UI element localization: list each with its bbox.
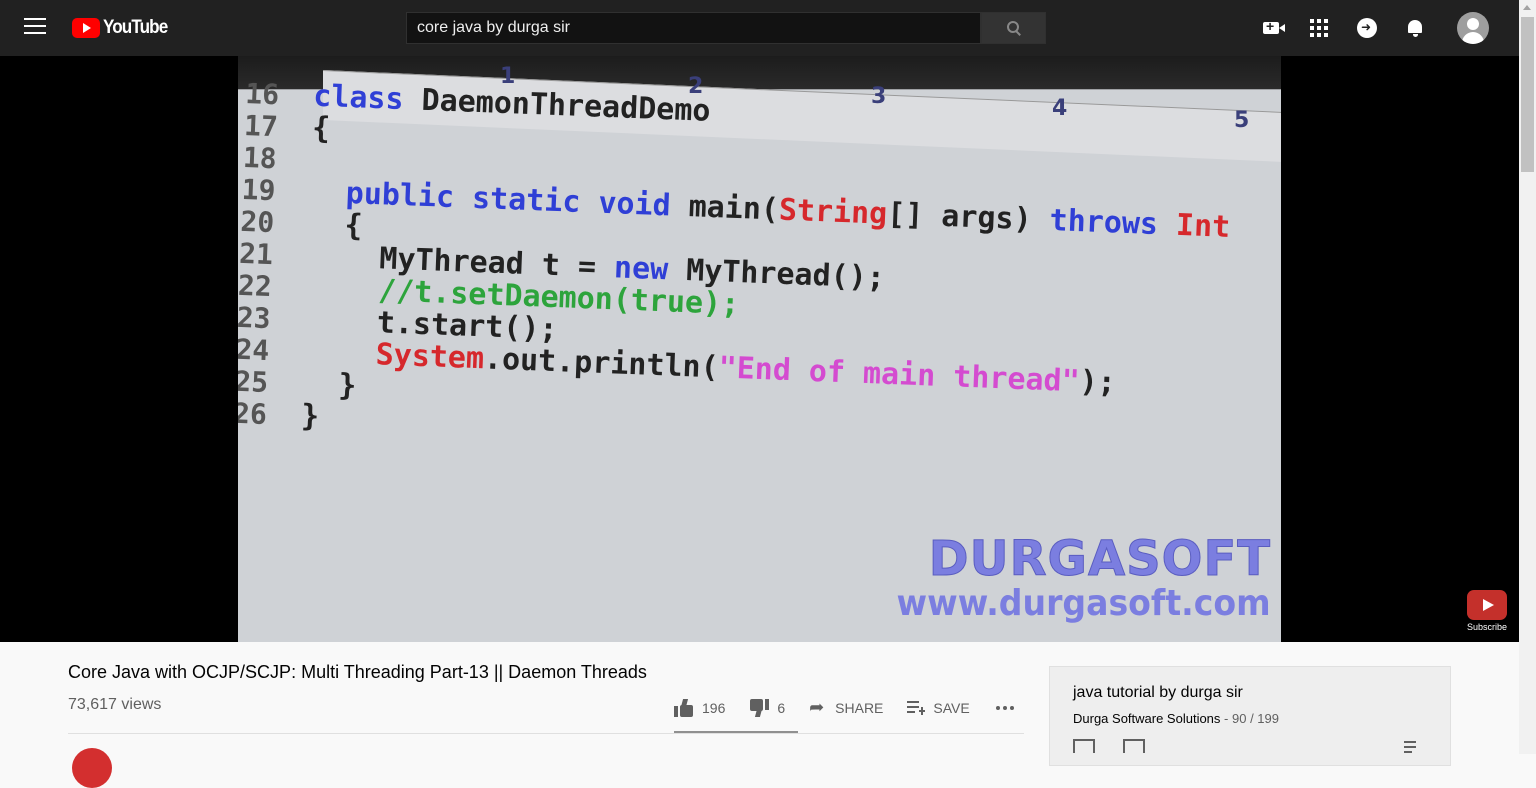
channel-avatar[interactable] [72, 748, 112, 788]
line-number: 26 [238, 396, 268, 432]
watermark-url: www.durgasoft.com [896, 583, 1271, 624]
like-count: 196 [702, 700, 726, 716]
thumbs-up-icon [674, 699, 694, 717]
subscribe-watermark-button[interactable]: Subscribe [1467, 590, 1507, 632]
dislike-button[interactable]: 6 [749, 699, 785, 717]
share-arrow-icon [809, 697, 827, 718]
code-token: String [778, 192, 888, 232]
line-number: 21 [238, 236, 274, 272]
video-title: Core Java with OCJP/SCJP: Multi Threadin… [68, 662, 647, 682]
playlist-meta: Durga Software Solutions - 90 / 199 [1073, 711, 1279, 726]
play-logo-icon [72, 18, 100, 38]
playlist-title[interactable]: java tutorial by durga sir [1073, 684, 1243, 702]
line-number: 20 [239, 204, 275, 240]
dislike-count: 6 [777, 700, 786, 716]
save-button[interactable]: SAVE [907, 700, 970, 716]
line-number: 24 [238, 332, 270, 368]
video-actions: 196 6 SHARE SAVE [674, 690, 1038, 726]
video-player[interactable]: 1 2 3 4 5 16 class DaemonThreadDemo 17{18 1… [0, 56, 1519, 642]
code-listing: 16 class DaemonThreadDemo 17{18 19 public s… [238, 77, 1281, 472]
scroll-thumb[interactable] [1521, 17, 1534, 172]
thumbs-down-icon [749, 699, 769, 717]
playlist-position: 90 / 199 [1232, 711, 1279, 726]
account-avatar[interactable] [1457, 12, 1489, 44]
share-button[interactable]: SHARE [809, 697, 884, 718]
youtube-logo[interactable]: YouTube [72, 17, 174, 39]
watermark: DURGASOFT www.durgasoft.com [864, 534, 1271, 624]
scroll-up-arrow-icon[interactable] [1523, 5, 1531, 10]
share-label: SHARE [835, 700, 884, 716]
more-dots-icon [995, 706, 1014, 710]
menu-icon[interactable] [24, 18, 46, 38]
line-number: 17 [243, 108, 279, 144]
code-token: } [300, 398, 320, 435]
shuffle-icon[interactable] [1123, 739, 1145, 753]
playlist-add-icon[interactable] [1404, 741, 1424, 753]
divider [68, 733, 1024, 734]
code-token: { [311, 110, 331, 147]
logo-text: YouTube [103, 17, 168, 38]
line-number: 23 [238, 300, 272, 336]
code-token: Int [1175, 207, 1231, 245]
more-actions-button[interactable] [994, 706, 1014, 710]
messages-icon[interactable] [1355, 16, 1379, 40]
view-count: 73,617 views [68, 696, 162, 713]
line-number: 19 [241, 172, 277, 208]
save-label: SAVE [933, 700, 970, 716]
code-token: ); [1078, 364, 1117, 401]
line-number: 16 [244, 77, 280, 112]
search-icon [1006, 21, 1021, 35]
page-scrollbar[interactable] [1519, 0, 1536, 754]
playlist-panel: java tutorial by durga sir Durga Softwar… [1049, 666, 1451, 766]
create-video-icon[interactable] [1259, 16, 1285, 40]
masthead: YouTube core java by durga sir [0, 0, 1519, 56]
notifications-icon[interactable] [1403, 16, 1427, 40]
youtube-play-icon [1467, 590, 1507, 620]
subscribe-label: Subscribe [1467, 622, 1508, 632]
playlist-controls [1073, 739, 1145, 753]
watermark-brand: DURGASOFT [928, 531, 1271, 587]
search-button[interactable] [981, 12, 1046, 44]
line-number: 25 [238, 364, 269, 400]
sentiment-bar [674, 731, 798, 733]
loop-icon[interactable] [1073, 739, 1095, 753]
line-number: 18 [242, 140, 278, 176]
like-button[interactable]: 196 [674, 699, 725, 717]
video-frame[interactable]: 1 2 3 4 5 16 class DaemonThreadDemo 17{18 1… [238, 56, 1281, 642]
code-token: main( [688, 189, 780, 228]
search-input[interactable]: core java by durga sir [406, 12, 981, 44]
apps-icon[interactable] [1307, 16, 1331, 40]
playlist-add-icon [907, 701, 926, 715]
line-number: 22 [238, 268, 273, 304]
playlist-channel[interactable]: Durga Software Solutions [1073, 711, 1220, 726]
